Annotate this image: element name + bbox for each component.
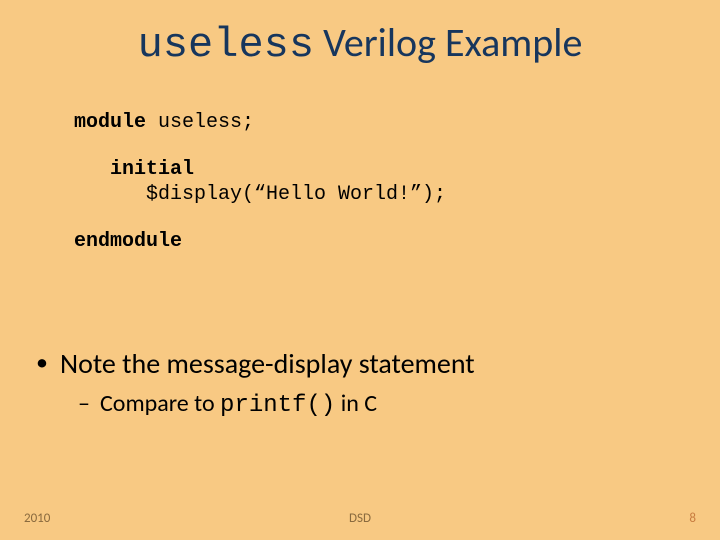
display-call: $display(“Hello World!”); xyxy=(146,183,446,206)
sub-suffix: in C xyxy=(335,389,377,418)
code-block: module useless; initial $display(“Hello … xyxy=(74,110,446,254)
code-line: module useless; xyxy=(74,110,446,135)
sub-prefix: Compare to xyxy=(100,389,220,418)
bullet-dot-icon: • xyxy=(36,346,60,380)
bullet-text: Note the message-display statement xyxy=(60,346,475,381)
bullet-sub-text: Compare to printf() in C xyxy=(100,389,377,419)
bullet-level-2: – Compare to printf() in C xyxy=(78,389,680,419)
bullet-list: • Note the message-display statement – C… xyxy=(36,346,680,419)
bullet-level-1: • Note the message-display statement xyxy=(36,346,680,381)
keyword-module: module xyxy=(74,111,146,134)
keyword-initial: initial xyxy=(110,158,194,181)
title-mono: useless xyxy=(138,21,314,69)
title-rest: Verilog Example xyxy=(314,18,582,67)
module-name: useless; xyxy=(146,111,254,134)
footer-page-number: 8 xyxy=(689,511,696,526)
bullet-dash-icon: – xyxy=(78,389,100,419)
slide-title: useless Verilog Example xyxy=(0,18,720,69)
code-line: endmodule xyxy=(74,229,446,254)
keyword-endmodule: endmodule xyxy=(74,230,182,253)
code-line: $display(“Hello World!”); xyxy=(74,182,446,207)
footer-center: DSD xyxy=(0,511,720,526)
code-line: initial xyxy=(74,157,446,182)
sub-mono: printf() xyxy=(220,392,335,419)
